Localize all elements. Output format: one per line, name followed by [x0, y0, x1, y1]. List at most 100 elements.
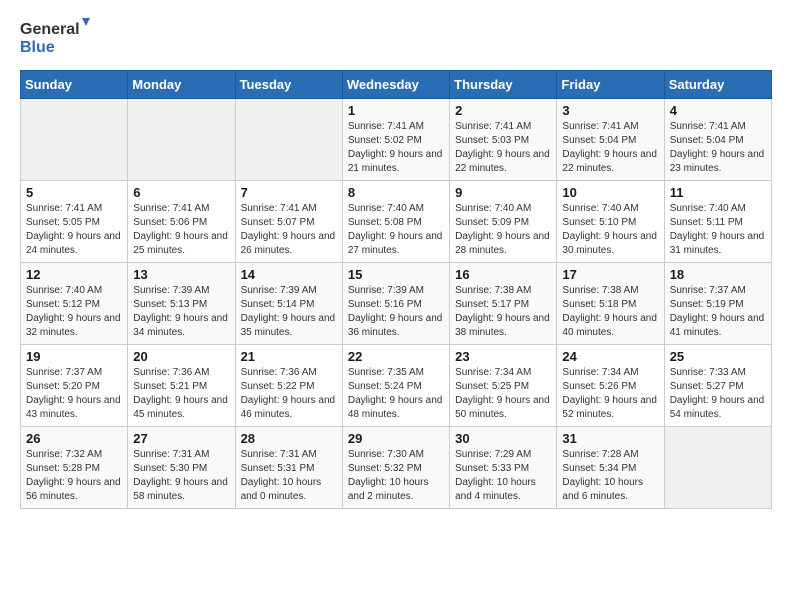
calendar-cell: 26 Sunrise: 7:32 AMSunset: 5:28 PMDayligh…	[21, 427, 128, 509]
calendar-cell: 22 Sunrise: 7:35 AMSunset: 5:24 PMDayligh…	[342, 345, 449, 427]
day-number: 10	[562, 185, 658, 200]
calendar-cell: 21Sunrise: 7:36 AMSunset: 5:22 PMDayligh…	[235, 345, 342, 427]
day-number: 24	[562, 349, 658, 364]
calendar-cell: 2 Sunrise: 7:41 AMSunset: 5:03 PMDaylight…	[450, 99, 557, 181]
day-info: Sunrise: 7:34 AMSunset: 5:26 PMDaylight:…	[562, 366, 658, 422]
day-number: 23	[455, 349, 551, 364]
calendar-cell: 23 Sunrise: 7:34 AMSunset: 5:25 PMDayligh…	[450, 345, 557, 427]
calendar-cell: 3 Sunrise: 7:41 AMSunset: 5:04 PMDaylight…	[557, 99, 664, 181]
day-info: Sunrise: 7:41 AMSunset: 5:04 PMDaylight:…	[670, 120, 766, 176]
logo-svg: General Blue	[20, 16, 90, 60]
day-number: 2	[455, 103, 551, 118]
weekday-header-thursday: Thursday	[450, 71, 557, 99]
day-number: 28	[241, 431, 337, 446]
day-number: 3	[562, 103, 658, 118]
calendar-cell: 24 Sunrise: 7:34 AMSunset: 5:26 PMDayligh…	[557, 345, 664, 427]
day-info: Sunrise: 7:28 AMSunset: 5:34 PMDaylight:…	[562, 448, 658, 504]
day-number: 20	[133, 349, 229, 364]
day-number: 12	[26, 267, 122, 282]
day-number: 25	[670, 349, 766, 364]
calendar-cell	[664, 427, 771, 509]
day-info: Sunrise: 7:31 AMSunset: 5:31 PMDaylight:…	[241, 448, 337, 504]
day-number: 7	[241, 185, 337, 200]
day-info: Sunrise: 7:36 AMSunset: 5:21 PMDaylight:…	[133, 366, 229, 422]
day-number: 11	[670, 185, 766, 200]
calendar-cell	[21, 99, 128, 181]
day-info: Sunrise: 7:41 AMSunset: 5:04 PMDaylight:…	[562, 120, 658, 176]
day-number: 13	[133, 267, 229, 282]
day-info: Sunrise: 7:39 AMSunset: 5:13 PMDaylight:…	[133, 284, 229, 340]
calendar-cell	[128, 99, 235, 181]
week-row-4: 19Sunrise: 7:37 AMSunset: 5:20 PMDayligh…	[21, 345, 772, 427]
header: General Blue	[20, 16, 772, 60]
day-number: 8	[348, 185, 444, 200]
calendar-cell: 19Sunrise: 7:37 AMSunset: 5:20 PMDayligh…	[21, 345, 128, 427]
day-number: 17	[562, 267, 658, 282]
calendar-cell: 1 Sunrise: 7:41 AMSunset: 5:02 PMDaylight…	[342, 99, 449, 181]
day-number: 19	[26, 349, 122, 364]
day-info: Sunrise: 7:29 AMSunset: 5:33 PMDaylight:…	[455, 448, 551, 504]
weekday-header-sunday: Sunday	[21, 71, 128, 99]
day-info: Sunrise: 7:40 AMSunset: 5:09 PMDaylight:…	[455, 202, 551, 258]
calendar-cell: 30 Sunrise: 7:29 AMSunset: 5:33 PMDayligh…	[450, 427, 557, 509]
weekday-header-monday: Monday	[128, 71, 235, 99]
logo: General Blue	[20, 16, 90, 60]
day-info: Sunrise: 7:40 AMSunset: 5:10 PMDaylight:…	[562, 202, 658, 258]
calendar-cell: 13 Sunrise: 7:39 AMSunset: 5:13 PMDayligh…	[128, 263, 235, 345]
calendar-cell: 12 Sunrise: 7:40 AMSunset: 5:12 PMDayligh…	[21, 263, 128, 345]
calendar-cell: 4 Sunrise: 7:41 AMSunset: 5:04 PMDaylight…	[664, 99, 771, 181]
day-info: Sunrise: 7:40 AMSunset: 5:12 PMDaylight:…	[26, 284, 122, 340]
calendar-cell: 18 Sunrise: 7:37 AMSunset: 5:19 PMDayligh…	[664, 263, 771, 345]
weekday-header-row: SundayMondayTuesdayWednesdayThursdayFrid…	[21, 71, 772, 99]
day-info: Sunrise: 7:41 AMSunset: 5:03 PMDaylight:…	[455, 120, 551, 176]
day-number: 1	[348, 103, 444, 118]
calendar-cell: 28 Sunrise: 7:31 AMSunset: 5:31 PMDayligh…	[235, 427, 342, 509]
calendar-cell: 10 Sunrise: 7:40 AMSunset: 5:10 PMDayligh…	[557, 181, 664, 263]
weekday-header-friday: Friday	[557, 71, 664, 99]
day-info: Sunrise: 7:34 AMSunset: 5:25 PMDaylight:…	[455, 366, 551, 422]
day-info: Sunrise: 7:33 AMSunset: 5:27 PMDaylight:…	[670, 366, 766, 422]
day-info: Sunrise: 7:31 AMSunset: 5:30 PMDaylight:…	[133, 448, 229, 504]
day-number: 6	[133, 185, 229, 200]
day-info: Sunrise: 7:36 AMSunset: 5:22 PMDaylight:…	[241, 366, 337, 422]
day-number: 26	[26, 431, 122, 446]
weekday-header-saturday: Saturday	[664, 71, 771, 99]
day-info: Sunrise: 7:41 AMSunset: 5:02 PMDaylight:…	[348, 120, 444, 176]
calendar-cell: 15 Sunrise: 7:39 AMSunset: 5:16 PMDayligh…	[342, 263, 449, 345]
svg-text:General: General	[20, 21, 80, 38]
week-row-1: 1 Sunrise: 7:41 AMSunset: 5:02 PMDaylight…	[21, 99, 772, 181]
day-number: 5	[26, 185, 122, 200]
day-number: 27	[133, 431, 229, 446]
calendar-cell: 16Sunrise: 7:38 AMSunset: 5:17 PMDayligh…	[450, 263, 557, 345]
day-info: Sunrise: 7:32 AMSunset: 5:28 PMDaylight:…	[26, 448, 122, 504]
day-number: 22	[348, 349, 444, 364]
week-row-3: 12 Sunrise: 7:40 AMSunset: 5:12 PMDayligh…	[21, 263, 772, 345]
day-number: 29	[348, 431, 444, 446]
calendar-cell: 25 Sunrise: 7:33 AMSunset: 5:27 PMDayligh…	[664, 345, 771, 427]
calendar-cell: 11Sunrise: 7:40 AMSunset: 5:11 PMDayligh…	[664, 181, 771, 263]
calendar-cell: 5 Sunrise: 7:41 AMSunset: 5:05 PMDaylight…	[21, 181, 128, 263]
day-info: Sunrise: 7:39 AMSunset: 5:16 PMDaylight:…	[348, 284, 444, 340]
day-number: 4	[670, 103, 766, 118]
day-info: Sunrise: 7:35 AMSunset: 5:24 PMDaylight:…	[348, 366, 444, 422]
day-number: 14	[241, 267, 337, 282]
day-info: Sunrise: 7:41 AMSunset: 5:05 PMDaylight:…	[26, 202, 122, 258]
calendar-cell: 7Sunrise: 7:41 AMSunset: 5:07 PMDaylight…	[235, 181, 342, 263]
calendar-cell: 29Sunrise: 7:30 AMSunset: 5:32 PMDayligh…	[342, 427, 449, 509]
day-number: 18	[670, 267, 766, 282]
week-row-5: 26 Sunrise: 7:32 AMSunset: 5:28 PMDayligh…	[21, 427, 772, 509]
calendar-cell: 6 Sunrise: 7:41 AMSunset: 5:06 PMDaylight…	[128, 181, 235, 263]
calendar-cell: 31Sunrise: 7:28 AMSunset: 5:34 PMDayligh…	[557, 427, 664, 509]
calendar-cell: 9 Sunrise: 7:40 AMSunset: 5:09 PMDaylight…	[450, 181, 557, 263]
day-number: 9	[455, 185, 551, 200]
day-info: Sunrise: 7:37 AMSunset: 5:19 PMDaylight:…	[670, 284, 766, 340]
day-info: Sunrise: 7:39 AMSunset: 5:14 PMDaylight:…	[241, 284, 337, 340]
day-number: 30	[455, 431, 551, 446]
day-info: Sunrise: 7:41 AMSunset: 5:06 PMDaylight:…	[133, 202, 229, 258]
day-number: 16	[455, 267, 551, 282]
svg-text:Blue: Blue	[20, 39, 55, 56]
day-number: 15	[348, 267, 444, 282]
calendar-cell	[235, 99, 342, 181]
page: General Blue SundayMondayTuesdayWednesda…	[0, 0, 792, 525]
calendar-cell: 17Sunrise: 7:38 AMSunset: 5:18 PMDayligh…	[557, 263, 664, 345]
